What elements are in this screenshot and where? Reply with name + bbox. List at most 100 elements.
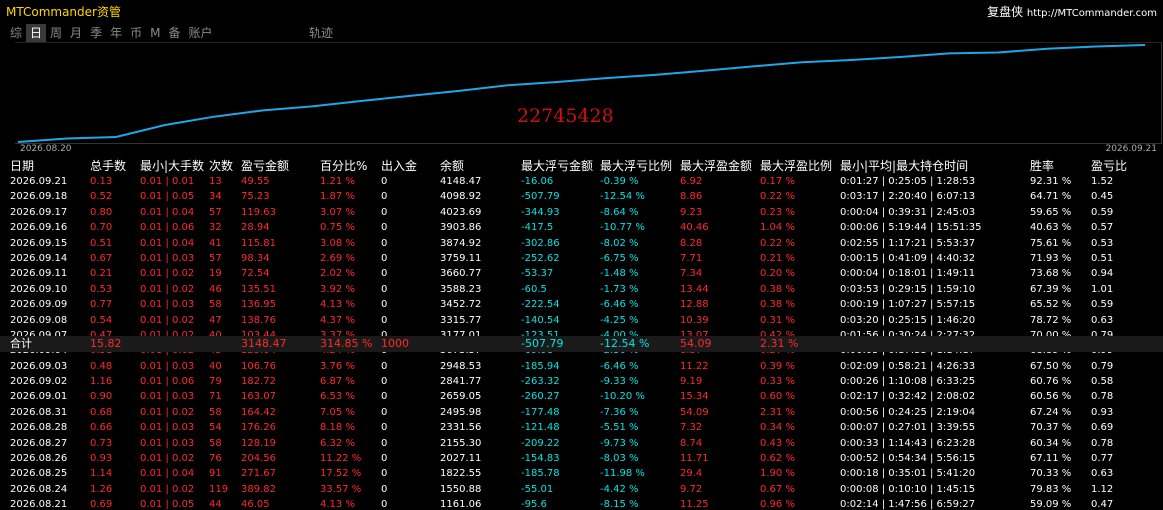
table-cell: 1822.55 xyxy=(440,468,482,480)
header-cell[interactable]: 最大浮亏金额 xyxy=(521,158,593,174)
tab-8[interactable]: 备 xyxy=(164,24,184,42)
tab-track[interactable]: 轨迹 xyxy=(309,24,333,42)
table-cell: 182.72 xyxy=(241,376,276,388)
table-cell: 2659.05 xyxy=(440,391,482,403)
table-cell: 2026.09.09 xyxy=(10,299,68,311)
tab-0[interactable]: 综 xyxy=(6,24,26,42)
table-cell: 0 xyxy=(381,499,388,510)
table-cell: 0.51 xyxy=(90,237,113,249)
table-cell: 0 xyxy=(381,191,388,203)
table-row[interactable]: 2026.09.11 0.21 0.01 | 0.02 19 72.54 2.02 % 0 3… xyxy=(0,266,1163,281)
table-cell: 0 xyxy=(381,206,388,218)
table-cell: 0.77 xyxy=(90,299,113,311)
table-row[interactable]: 2026.08.28 0.66 0.01 | 0.03 54 176.26 8.18 % 0… xyxy=(0,420,1163,435)
table-cell: 4098.92 xyxy=(440,191,482,203)
table-cell: 0:02:09 | 0:58:21 | 4:26:33 xyxy=(840,360,976,372)
table-cell: 0 xyxy=(381,176,388,187)
table-cell: 9.72 xyxy=(680,483,703,495)
table-cell: 0 xyxy=(381,406,388,418)
table-cell: 13 xyxy=(209,176,222,187)
table-cell: 0.43 % xyxy=(760,437,795,449)
table-cell: 0.96 % xyxy=(760,499,795,510)
header-cell[interactable]: 最小|平均|最大持仓时间 xyxy=(840,158,968,174)
tab-5[interactable]: 年 xyxy=(106,24,126,42)
table-cell: 4.13 % xyxy=(320,499,355,510)
table-cell: 7.34 xyxy=(680,268,703,280)
table-row[interactable]: 2026.08.24 1.26 0.01 | 0.02 119 389.82 33.57 … xyxy=(0,482,1163,497)
table-cell: 57 xyxy=(209,206,222,218)
table-cell: 2.02 % xyxy=(320,268,355,280)
table-cell: 1.90 % xyxy=(760,468,795,480)
table-cell: 0.66 xyxy=(90,422,113,434)
table-cell: 33.57 % xyxy=(320,483,362,495)
tab-7[interactable]: M xyxy=(146,24,164,42)
table-cell: 15.34 xyxy=(680,391,709,403)
table-row[interactable]: 2026.09.16 0.70 0.01 | 0.06 32 28.94 0.75 % 0 3… xyxy=(0,220,1163,235)
table-row[interactable]: 2026.09.14 0.67 0.01 | 0.03 57 98.34 2.69 % 0 3… xyxy=(0,251,1163,266)
table-row[interactable]: 2026.09.08 0.54 0.01 | 0.02 47 138.76 4.37 % 0… xyxy=(0,313,1163,328)
table-cell: 2026.09.16 xyxy=(10,222,68,234)
header-cell[interactable]: 盈亏比 xyxy=(1091,158,1127,174)
table-cell: 0.52 xyxy=(90,191,113,203)
tab-1[interactable]: 日 xyxy=(26,24,47,42)
table-cell: 1.26 xyxy=(90,483,113,495)
header-cell[interactable]: 盈亏金额 xyxy=(241,158,289,174)
table-row[interactable]: 2026.08.25 1.14 0.01 | 0.04 91 271.67 17.52 %… xyxy=(0,466,1163,481)
tab-2[interactable]: 周 xyxy=(46,24,66,42)
table-cell: 2026.08.27 xyxy=(10,437,68,449)
tab-3[interactable]: 月 xyxy=(66,24,86,42)
table-cell: 0.01 | 0.02 xyxy=(140,483,195,495)
table-cell: 78.72 % xyxy=(1030,314,1072,326)
table-cell: 79 xyxy=(209,376,222,388)
table-cell: 0:00:19 | 1:07:27 | 5:57:15 xyxy=(840,299,976,311)
table-row[interactable]: 2026.09.18 0.52 0.01 | 0.05 34 75.23 1.87 % 0 4… xyxy=(0,189,1163,204)
table-row[interactable]: 2026.08.26 0.93 0.01 | 0.02 76 204.56 11.22 %… xyxy=(0,451,1163,466)
header-cell[interactable]: 次数 xyxy=(209,158,233,174)
table-cell: 0.33 % xyxy=(760,376,795,388)
table-row[interactable]: 2026.09.09 0.77 0.01 | 0.03 58 136.95 4.13 % 0… xyxy=(0,297,1163,312)
header-cell[interactable]: 最大浮亏比例 xyxy=(600,158,672,174)
header-cell[interactable]: 总手数 xyxy=(90,158,126,174)
header-cell[interactable]: 最大浮盈金额 xyxy=(680,158,752,174)
tab-4[interactable]: 季 xyxy=(86,24,106,42)
table-cell: 0 xyxy=(381,222,388,234)
table-row[interactable]: 2026.09.17 0.80 0.01 | 0.04 57 119.63 3.07 % 0… xyxy=(0,205,1163,220)
table-row[interactable]: 2026.09.02 1.16 0.01 | 0.06 79 182.72 6.87 % 0… xyxy=(0,374,1163,389)
table-cell: 2026.08.28 xyxy=(10,422,68,434)
table-row[interactable]: 2026.09.15 0.51 0.01 | 0.04 41 115.81 3.08 % 0… xyxy=(0,236,1163,251)
table-cell: 0:02:14 | 1:47:56 | 6:59:27 xyxy=(840,499,976,510)
table-cell: -8.64 % xyxy=(600,206,639,218)
header-cell[interactable]: 最大浮盈比例 xyxy=(760,158,832,174)
header-cell[interactable]: 余额 xyxy=(440,158,464,174)
table-cell: -209.22 xyxy=(521,437,560,449)
header-cell[interactable]: 最小|大手数 xyxy=(140,158,204,174)
header-cell[interactable]: 日期 xyxy=(10,158,34,174)
table-cell: -9.73 % xyxy=(600,437,639,449)
table-row[interactable]: 2026.08.27 0.73 0.01 | 0.03 58 128.19 6.32 % 0… xyxy=(0,436,1163,451)
table-row[interactable]: 2026.09.10 0.53 0.01 | 0.02 46 135.51 3.92 % 0… xyxy=(0,282,1163,297)
header-cell[interactable]: 出入金 xyxy=(381,158,417,174)
table-cell: -60.5 xyxy=(521,283,547,295)
table-cell: 0.34 % xyxy=(760,422,795,434)
table-row[interactable]: 2026.09.03 0.48 0.01 | 0.03 40 106.76 3.76 % 0… xyxy=(0,359,1163,374)
table-cell: 0.63 xyxy=(1091,314,1114,326)
table-cell: 11.22 xyxy=(680,360,709,372)
brand-url[interactable]: http://MTCommander.com xyxy=(1027,8,1157,19)
header-cell[interactable]: 胜率 xyxy=(1030,158,1054,174)
table-row[interactable]: 2026.08.31 0.68 0.01 | 0.02 58 164.42 7.05 % 0… xyxy=(0,405,1163,420)
table-cell: 12.88 xyxy=(680,299,709,311)
table-cell: 0:01:27 | 0:25:05 | 1:28:53 xyxy=(840,176,976,187)
table-row[interactable]: 2026.09.21 0.13 0.01 | 0.01 13 49.55 1.21 % 0 4… xyxy=(0,174,1163,189)
table-row[interactable]: 2026.09.01 0.90 0.01 | 0.03 71 163.07 6.53 % 0… xyxy=(0,389,1163,404)
app-window: { "app": { "title": "MTCommander资管", "br… xyxy=(0,0,1163,510)
tab-6[interactable]: 币 xyxy=(126,24,146,42)
table-cell: 29.4 xyxy=(680,468,703,480)
table-cell: 0.80 xyxy=(90,206,113,218)
table-cell: 1.01 xyxy=(1091,283,1114,295)
table-cell: 0.01 | 0.04 xyxy=(140,468,195,480)
table-row[interactable]: 2026.08.21 0.69 0.01 | 0.05 44 46.05 4.13 % 0 1… xyxy=(0,497,1163,510)
tab-9[interactable]: 账户 xyxy=(184,24,216,42)
header-cell[interactable]: 百分比% xyxy=(320,158,367,174)
chart-start-label: 2026.08.20 xyxy=(20,144,72,154)
table-cell: 0:03:53 | 0:29:15 | 1:59:10 xyxy=(840,283,976,295)
